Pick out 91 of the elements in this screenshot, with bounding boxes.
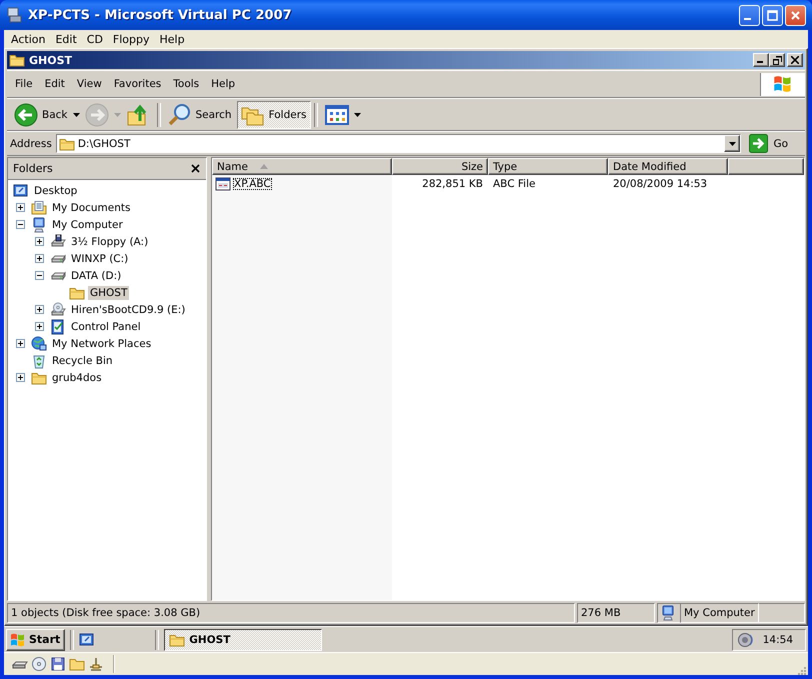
window-title: XP-PCTS - Microsoft Virtual PC 2007 <box>28 8 293 22</box>
menu-item[interactable]: Edit <box>38 78 71 90</box>
start-button[interactable]: Start <box>6 628 66 650</box>
table-cell: 282,851 KB <box>422 178 483 190</box>
go-button[interactable]: Go <box>745 133 802 154</box>
task-button[interactable]: GHOST <box>164 628 322 650</box>
tree-item[interactable]: Control Panel <box>69 320 143 334</box>
recycle-bin-icon <box>31 352 47 368</box>
minimize-button[interactable] <box>753 53 769 67</box>
caret-icon[interactable] <box>72 112 80 116</box>
column-header[interactable]: Date Modified <box>608 158 728 175</box>
minimize-icon <box>744 18 751 20</box>
status-memory: 276 MB <box>577 603 655 623</box>
caret-icon[interactable] <box>354 112 360 116</box>
table-cell: 20/08/2009 14:53 <box>613 178 708 190</box>
network-icon <box>31 336 47 352</box>
expand-toggle[interactable] <box>16 373 25 382</box>
resize-grip-icon[interactable] <box>796 665 806 675</box>
menu-item[interactable]: Favorites <box>108 78 168 90</box>
tree-item[interactable]: GHOST <box>88 286 130 300</box>
tree-item[interactable]: My Documents <box>50 200 132 214</box>
maximize-button[interactable] <box>762 4 783 26</box>
floppy-icon[interactable] <box>50 656 66 672</box>
windows-flag-icon <box>10 632 26 648</box>
collapse-toggle[interactable] <box>16 220 25 229</box>
column-header[interactable]: Size <box>392 158 488 175</box>
expand-toggle[interactable] <box>35 305 44 314</box>
address-field[interactable]: D:\GHOST <box>56 134 742 153</box>
status-zone: My Computer <box>680 603 759 623</box>
tree-item[interactable]: 3½ Floppy (A:) <box>69 234 150 248</box>
window-title: GHOST <box>29 54 74 66</box>
cd-icon[interactable] <box>31 656 47 672</box>
address-label: Address <box>10 138 52 150</box>
dropdown-button[interactable] <box>724 135 740 152</box>
desktop-icon <box>13 182 29 198</box>
status-text: 1 objects (Disk free space: 3.08 GB) <box>7 603 575 623</box>
table-cell: ABC File <box>493 178 536 190</box>
maximize-icon <box>767 10 778 20</box>
pane-title: Folders <box>13 162 53 175</box>
desktop-icon[interactable] <box>79 632 96 648</box>
tree-item[interactable]: Hiren'sBootCD9.9 (E:) <box>69 302 188 316</box>
expand-toggle[interactable] <box>16 339 25 348</box>
tree-item[interactable]: grub4dos <box>50 370 104 384</box>
folder-icon <box>9 52 25 68</box>
control-panel-icon <box>50 318 66 334</box>
menu-item[interactable]: Tools <box>167 78 206 90</box>
menu-item[interactable]: View <box>70 78 108 90</box>
tree-item[interactable]: WINXP (C:) <box>69 252 130 266</box>
close-icon[interactable] <box>191 164 200 173</box>
tree-item[interactable]: Desktop <box>32 184 80 198</box>
tree-item[interactable]: Recycle Bin <box>50 354 115 368</box>
windows-flag-icon <box>773 74 793 94</box>
expand-toggle[interactable] <box>35 237 44 246</box>
floppy-drive-icon <box>50 234 66 250</box>
tree-item[interactable]: My Network Places <box>50 336 154 350</box>
cd-drive-icon <box>50 302 66 318</box>
documents-icon <box>31 200 47 216</box>
menu-item[interactable]: Floppy <box>108 32 155 46</box>
close-icon <box>791 56 799 64</box>
clock: 14:54 <box>762 634 793 646</box>
search-button[interactable]: Search <box>164 100 236 128</box>
speaker-icon[interactable] <box>736 632 755 648</box>
close-icon <box>790 10 801 20</box>
restore-icon <box>772 56 782 64</box>
close-button[interactable] <box>787 53 803 67</box>
expand-toggle[interactable] <box>16 203 25 212</box>
collapse-toggle[interactable] <box>35 271 44 280</box>
restore-button[interactable] <box>769 53 785 67</box>
menu-item[interactable]: Help <box>154 32 190 46</box>
menu-item[interactable]: CD <box>82 32 108 46</box>
sort-arrow-icon <box>260 164 268 169</box>
menu-item[interactable]: Help <box>205 78 242 90</box>
menu-item[interactable]: File <box>9 78 39 90</box>
expand-toggle[interactable] <box>35 254 44 263</box>
app-icon <box>6 7 22 23</box>
column-header[interactable]: Type <box>488 158 608 175</box>
tree-item[interactable]: My Computer <box>50 218 125 232</box>
computer-icon <box>660 605 676 621</box>
computer-icon <box>31 216 47 232</box>
search-icon <box>168 102 192 126</box>
folders-button[interactable]: Folders <box>236 100 310 128</box>
views-icon <box>324 104 348 126</box>
network-adapter-icon[interactable] <box>88 656 104 672</box>
column-header[interactable]: Name <box>212 158 392 175</box>
file-name[interactable]: XP.ABC <box>233 178 272 190</box>
caret-icon <box>728 142 736 146</box>
expand-toggle[interactable] <box>35 322 44 331</box>
tree-item[interactable]: DATA (D:) <box>69 268 124 282</box>
menu-item[interactable]: Edit <box>50 32 82 46</box>
menu-item[interactable]: Action <box>6 32 50 46</box>
back-button[interactable]: Back <box>10 100 72 128</box>
